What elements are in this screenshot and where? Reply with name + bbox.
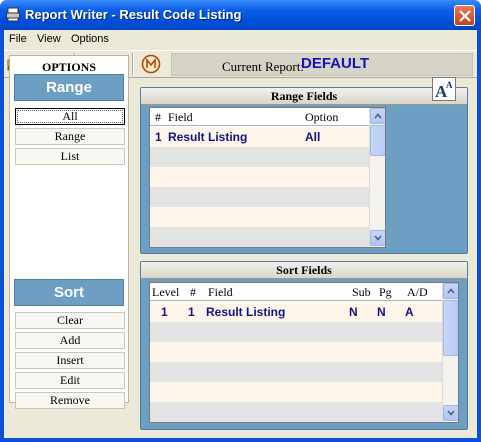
scroll-down-arrow[interactable] <box>370 230 385 246</box>
app-icon <box>6 7 20 22</box>
range-row-empty[interactable] <box>150 227 369 247</box>
title-bar[interactable]: Report Writer - Result Code Listing <box>0 0 481 30</box>
report-button[interactable] <box>141 54 161 74</box>
options-panel: OPTIONS Range All Range List Sort Clear … <box>9 55 129 409</box>
sort-row-field: Result Listing <box>206 305 286 319</box>
sort-insert-button[interactable]: Insert <box>15 352 125 369</box>
range-col-field: Field <box>168 110 193 124</box>
range-fields-group: Range Fields # Field Option 1 Result Lis… <box>140 87 468 254</box>
sort-row-ad: A <box>405 305 414 319</box>
range-row-num: 1 <box>155 130 162 144</box>
sort-grid-header: Level # Field Sub Pg A/D <box>150 283 442 301</box>
chevron-down-icon <box>447 410 455 416</box>
range-col-num: # <box>155 110 161 124</box>
current-report-value: DEFAULT <box>301 55 370 72</box>
sort-edit-button[interactable]: Edit <box>15 372 125 389</box>
sort-fields-grid[interactable]: Level # Field Sub Pg A/D 1 1 Result List… <box>149 282 459 423</box>
scroll-up-arrow[interactable] <box>370 108 385 124</box>
options-title: OPTIONS <box>41 60 96 74</box>
chevron-up-icon <box>374 113 382 119</box>
svg-text:A: A <box>446 80 453 90</box>
range-row-empty[interactable] <box>150 167 369 187</box>
sort-row-num: 1 <box>188 305 195 319</box>
menu-view[interactable]: View <box>37 33 61 45</box>
sort-col-field: Field <box>208 285 233 299</box>
sort-fields-group: Sort Fields Level # Field Sub Pg A/D 1 1… <box>140 261 468 430</box>
range-row-empty[interactable] <box>150 207 369 227</box>
range-all-button[interactable]: All <box>15 108 125 125</box>
sort-fields-title: Sort Fields <box>141 262 467 279</box>
report-icon <box>141 54 161 74</box>
range-col-option: Option <box>305 110 339 124</box>
sort-col-pg: Pg <box>379 285 392 299</box>
range-scrollbar[interactable] <box>369 108 385 247</box>
range-row[interactable]: 1 Result Listing All <box>150 127 369 147</box>
sort-row-empty[interactable] <box>150 362 442 382</box>
menu-options[interactable]: Options <box>71 33 109 45</box>
range-fields-title: Range Fields <box>141 88 467 105</box>
menu-file[interactable]: File <box>9 33 27 45</box>
sort-scrollbar[interactable] <box>442 283 458 422</box>
menu-bar: File View Options <box>4 30 477 49</box>
sort-row[interactable]: 1 1 Result Listing N N A <box>150 302 442 322</box>
toolbar-separator <box>132 53 134 75</box>
range-grid-header: # Field Option <box>150 108 369 126</box>
sort-row-empty[interactable] <box>150 382 442 402</box>
sort-col-level: Level <box>152 285 180 299</box>
chevron-up-icon <box>447 288 455 294</box>
current-report-label: Current Report: <box>222 59 304 74</box>
range-row-option: All <box>305 130 321 144</box>
sort-col-num: # <box>190 285 196 299</box>
sort-row-pg: N <box>377 305 386 319</box>
sort-row-empty[interactable] <box>150 402 442 422</box>
sort-section-header: Sort <box>14 279 124 306</box>
sort-row-empty[interactable] <box>150 342 442 362</box>
font-size-icon: A A <box>435 80 453 101</box>
app-window: Report Writer - Result Code Listing File… <box>0 0 481 442</box>
scroll-thumb[interactable] <box>443 300 458 356</box>
sort-clear-button[interactable]: Clear <box>15 312 125 329</box>
current-report-box: Current Report: DEFAULT <box>171 53 473 76</box>
range-row-empty[interactable] <box>150 147 369 167</box>
sort-col-ad: A/D <box>407 285 428 299</box>
sort-add-button[interactable]: Add <box>15 332 125 349</box>
sort-col-sub: Sub <box>352 285 371 299</box>
sort-row-level: 1 <box>161 305 168 319</box>
sort-row-empty[interactable] <box>150 322 442 342</box>
range-range-button[interactable]: Range <box>15 128 125 145</box>
scroll-down-arrow[interactable] <box>443 405 458 421</box>
range-row-field: Result Listing <box>168 130 248 144</box>
sort-row-sub: N <box>349 305 358 319</box>
scroll-up-arrow[interactable] <box>443 283 458 299</box>
range-list-button[interactable]: List <box>15 148 125 165</box>
font-button[interactable]: A A <box>432 77 456 101</box>
range-section-header: Range <box>14 74 124 101</box>
window-title: Report Writer - Result Code Listing <box>25 7 242 22</box>
close-icon <box>459 10 471 22</box>
scroll-thumb[interactable] <box>370 125 385 156</box>
close-button[interactable] <box>454 5 475 26</box>
range-row-empty[interactable] <box>150 187 369 207</box>
range-fields-grid[interactable]: # Field Option 1 Result Listing All <box>149 107 386 248</box>
sort-remove-button[interactable]: Remove <box>15 392 125 409</box>
chevron-down-icon <box>374 235 382 241</box>
